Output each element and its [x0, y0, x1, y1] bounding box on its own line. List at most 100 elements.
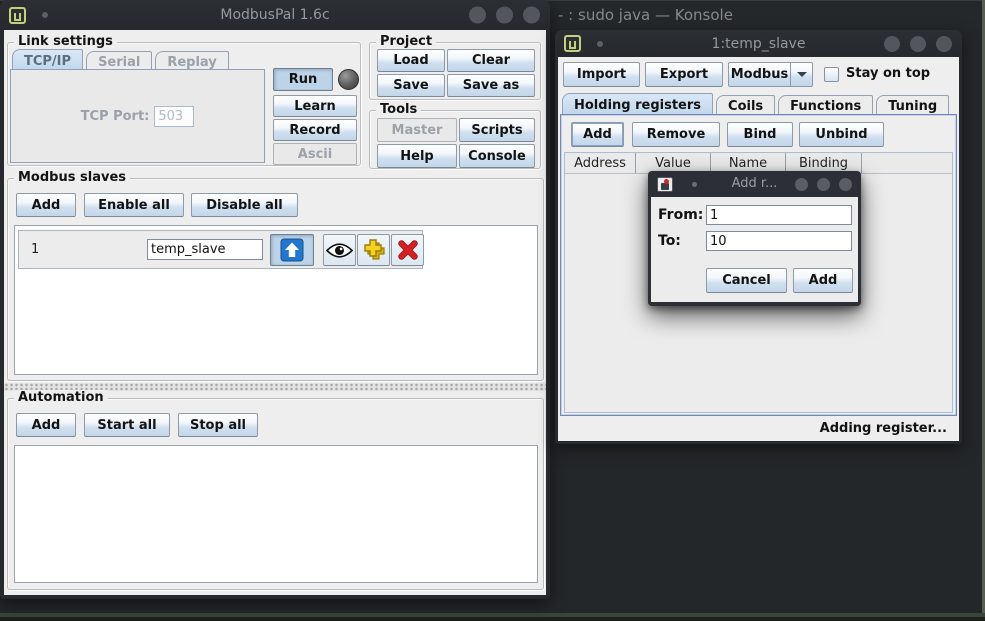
- automation-list-panel: [14, 445, 538, 583]
- java-app-icon: [657, 177, 673, 192]
- modbuspal-window-icon: [9, 7, 26, 24]
- modbus-slaves-group: Modbus slaves Add Enable all Disable all…: [7, 178, 544, 381]
- export-button[interactable]: Export: [645, 62, 723, 87]
- stay-on-top-label: Stay on top: [846, 66, 930, 81]
- tcp-port-label: TCP Port:: [81, 109, 150, 124]
- from-label: From:: [658, 207, 703, 223]
- eye-icon: [326, 242, 353, 259]
- unbind-button[interactable]: Unbind: [799, 122, 884, 147]
- minimize-button[interactable]: [795, 178, 808, 191]
- start-all-button[interactable]: Start all: [84, 413, 170, 437]
- master-button: Master: [377, 118, 457, 142]
- status-text: Adding register...: [820, 421, 947, 436]
- link-settings-group: Link settings TCP/IP Serial Replay TCP P…: [7, 42, 361, 166]
- automation-group: Automation Add Start all Stop all: [7, 398, 544, 590]
- link-settings-title: Link settings: [14, 34, 117, 49]
- add-register-dialog: Add r... From: To: Cancel Add: [648, 171, 861, 306]
- tab-holding-registers[interactable]: Holding registers: [562, 93, 713, 116]
- slave-view-button[interactable]: [323, 234, 356, 266]
- tab-tuning[interactable]: Tuning: [876, 95, 949, 116]
- modbus-slaves-title: Modbus slaves: [14, 170, 130, 185]
- cancel-button[interactable]: Cancel: [706, 268, 787, 293]
- modbuspal-window: ModbusPal 1.6c Link settings TCP/IP Seri…: [0, 0, 550, 599]
- close-button[interactable]: [523, 7, 540, 24]
- window-controls: [884, 36, 952, 52]
- scripts-button[interactable]: Scripts: [459, 118, 535, 142]
- chevron-down-icon: [790, 63, 812, 86]
- enable-all-button[interactable]: Enable all: [84, 193, 184, 217]
- slaves-list-panel: 1: [14, 225, 538, 375]
- clear-button[interactable]: Clear: [447, 49, 535, 72]
- bind-button[interactable]: Bind: [727, 122, 793, 147]
- temp-slave-window-title: 1:temp_slave: [712, 36, 806, 52]
- add-plus-icon: [362, 238, 386, 262]
- maximize-button[interactable]: [910, 36, 926, 52]
- modbuspal-titlebar[interactable]: ModbusPal 1.6c: [0, 0, 550, 30]
- tools-group: Tools Master Scripts Help Console: [369, 110, 541, 169]
- add-automation-button[interactable]: Add: [16, 413, 76, 437]
- window-controls: [469, 7, 540, 24]
- slave-duplicate-button[interactable]: [357, 234, 390, 266]
- titlebar-dot-icon: [692, 182, 697, 187]
- close-button[interactable]: [936, 36, 952, 52]
- record-button[interactable]: Record: [273, 119, 357, 141]
- column-header-filler: [862, 153, 952, 173]
- from-input[interactable]: [706, 205, 852, 225]
- tab-coils[interactable]: Coils: [716, 95, 775, 116]
- save-button[interactable]: Save: [377, 74, 445, 97]
- run-button[interactable]: Run: [273, 68, 333, 91]
- titlebar-dot-icon: [597, 41, 603, 47]
- slave-name-input[interactable]: [147, 239, 263, 260]
- slave-id: 1: [31, 242, 39, 257]
- slave-delete-button[interactable]: [391, 234, 424, 266]
- close-button[interactable]: [839, 178, 852, 191]
- column-header-value[interactable]: Value: [636, 153, 711, 173]
- column-header-name[interactable]: Name: [711, 153, 786, 173]
- konsole-title: - : sudo java — Konsole: [558, 1, 733, 30]
- column-header-address[interactable]: Address: [565, 153, 636, 173]
- save-as-button[interactable]: Save as: [447, 74, 535, 97]
- stay-on-top-checkbox[interactable]: [824, 67, 839, 82]
- mode-select-value: Modbus: [729, 63, 790, 86]
- mode-select[interactable]: Modbus: [728, 62, 813, 87]
- tab-functions[interactable]: Functions: [778, 95, 873, 116]
- slave-enabled-toggle[interactable]: [270, 234, 314, 266]
- dialog-add-button[interactable]: Add: [793, 268, 853, 293]
- remove-register-button[interactable]: Remove: [632, 122, 720, 147]
- ascii-button: Ascii: [273, 143, 357, 165]
- add-slave-button[interactable]: Add: [16, 193, 76, 217]
- tcpip-panel: TCP Port:: [10, 69, 265, 163]
- maximize-button[interactable]: [817, 178, 830, 191]
- load-button[interactable]: Load: [377, 49, 445, 72]
- temp-slave-window-icon: [564, 35, 581, 52]
- console-button[interactable]: Console: [459, 144, 535, 168]
- dialog-window-controls: [795, 178, 852, 191]
- project-group: Project Load Clear Save Save as: [369, 42, 541, 100]
- dialog-body: From: To: Cancel Add: [651, 197, 858, 302]
- automation-title: Automation: [14, 390, 108, 405]
- up-arrow-icon: [280, 238, 304, 262]
- learn-button[interactable]: Learn: [273, 95, 357, 117]
- maximize-button[interactable]: [496, 7, 513, 24]
- to-label: To:: [658, 233, 681, 249]
- column-header-binding[interactable]: Binding: [786, 153, 862, 173]
- dialog-titlebar[interactable]: Add r...: [648, 171, 861, 197]
- link-status-led-icon: [338, 69, 359, 90]
- delete-x-icon: [397, 239, 419, 261]
- disable-all-button[interactable]: Disable all: [191, 193, 298, 217]
- minimize-button[interactable]: [469, 7, 486, 24]
- register-tabs: Holding registers Coils Functions Tuning: [562, 93, 952, 116]
- to-input[interactable]: [706, 231, 852, 251]
- dialog-title: Add r...: [732, 176, 778, 191]
- add-register-button[interactable]: Add: [571, 122, 624, 147]
- import-button[interactable]: Import: [563, 62, 640, 87]
- modbuspal-window-title: ModbusPal 1.6c: [220, 7, 329, 23]
- slave-row: 1: [18, 230, 423, 269]
- tcp-port-input[interactable]: [154, 106, 194, 127]
- stop-all-button[interactable]: Stop all: [178, 413, 258, 437]
- screen-bottom: [0, 617, 985, 621]
- project-title: Project: [376, 34, 436, 49]
- help-button[interactable]: Help: [377, 144, 457, 168]
- minimize-button[interactable]: [884, 36, 900, 52]
- temp-slave-titlebar[interactable]: 1:temp_slave: [555, 30, 962, 57]
